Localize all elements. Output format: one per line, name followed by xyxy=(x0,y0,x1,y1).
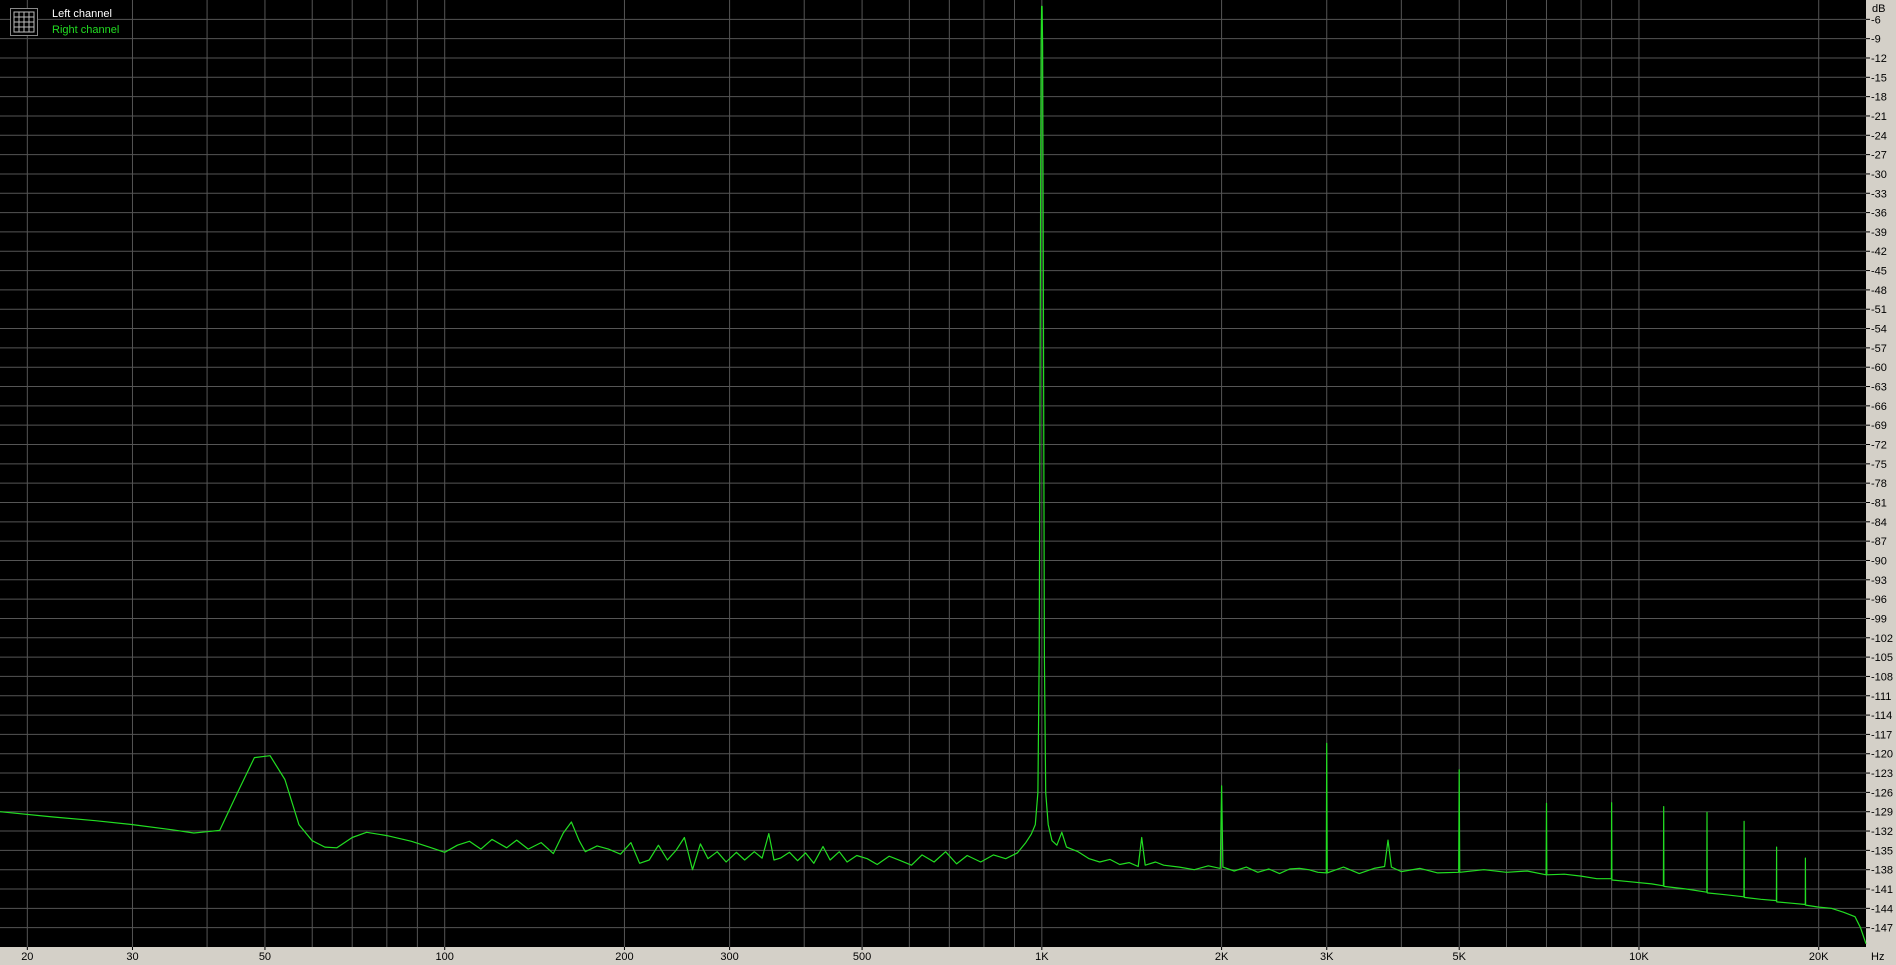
y-tick-label: -21 xyxy=(1871,111,1887,123)
plot-background xyxy=(0,0,1866,947)
y-tick-label: -6 xyxy=(1871,14,1881,26)
y-tick-label: -138 xyxy=(1871,865,1893,877)
y-tick-label: -66 xyxy=(1871,401,1887,413)
y-tick-label: -27 xyxy=(1871,150,1887,162)
y-tick-label: -81 xyxy=(1871,497,1887,509)
y-tick-label: -126 xyxy=(1871,787,1893,799)
y-tick-label: -51 xyxy=(1871,304,1887,316)
y-tick-label: -108 xyxy=(1871,671,1893,683)
y-tick-label: -9 xyxy=(1871,34,1881,46)
x-tick-label: 10K xyxy=(1629,951,1649,963)
y-tick-label: -60 xyxy=(1871,362,1887,374)
y-tick-label: -114 xyxy=(1871,710,1892,722)
legend-right-channel: Right channel xyxy=(52,24,120,36)
y-tick-label: -93 xyxy=(1871,575,1887,587)
y-axis-ticks: -6 -9 -12 -15 -18 -21 -24 -27 -30 -33 -36 -39 -42 -45… xyxy=(1866,14,1893,935)
y-tick-label: -18 xyxy=(1871,92,1887,104)
y-tick-label: -42 xyxy=(1871,246,1887,258)
x-tick-label: 2K xyxy=(1215,951,1229,963)
y-tick-label: -75 xyxy=(1871,459,1887,471)
y-tick-label: -99 xyxy=(1871,613,1887,625)
y-tick-label: -105 xyxy=(1871,652,1893,664)
x-tick-label: 100 xyxy=(436,951,454,963)
x-tick-label: 3K xyxy=(1320,951,1334,963)
y-tick-label: -33 xyxy=(1871,188,1887,200)
y-tick-label: -54 xyxy=(1871,324,1887,336)
y-tick-label: -78 xyxy=(1871,478,1887,490)
x-unit-label: Hz xyxy=(1871,951,1884,963)
y-tick-label: -141 xyxy=(1871,884,1893,896)
y-tick-label: -24 xyxy=(1871,130,1887,142)
y-tick-label: -147 xyxy=(1871,923,1893,935)
y-tick-label: -129 xyxy=(1871,807,1893,819)
x-tick-label: 500 xyxy=(853,951,871,963)
x-tick-label: 20 xyxy=(21,951,33,963)
y-tick-label: -69 xyxy=(1871,420,1887,432)
x-tick-label: 30 xyxy=(126,951,138,963)
x-tick-label: 5K xyxy=(1452,951,1466,963)
y-tick-label: -90 xyxy=(1871,555,1887,567)
y-tick-label: -135 xyxy=(1871,845,1893,857)
x-tick-label: 300 xyxy=(720,951,738,963)
y-tick-label: -45 xyxy=(1871,266,1887,278)
x-tick-label: 50 xyxy=(259,951,271,963)
y-tick-label: -111 xyxy=(1871,691,1891,703)
y-tick-label: -39 xyxy=(1871,227,1887,239)
y-tick-label: -144 xyxy=(1871,903,1893,915)
y-tick-label: -117 xyxy=(1871,729,1892,741)
y-unit-label: dB xyxy=(1872,3,1885,15)
y-tick-label: -87 xyxy=(1871,536,1887,548)
x-tick-label: 200 xyxy=(615,951,633,963)
y-tick-label: -57 xyxy=(1871,343,1887,355)
y-tick-label: -48 xyxy=(1871,285,1887,297)
y-tick-label: -63 xyxy=(1871,382,1887,394)
y-tick-label: -15 xyxy=(1871,72,1887,84)
y-tick-label: -36 xyxy=(1871,208,1887,220)
y-tick-label: -72 xyxy=(1871,440,1887,452)
y-tick-label: -96 xyxy=(1871,594,1887,606)
y-tick-label: -120 xyxy=(1871,749,1893,761)
x-tick-label: 1K xyxy=(1035,951,1049,963)
y-tick-label: -123 xyxy=(1871,768,1893,780)
x-axis-ticks: 20 30 50 100 200 300 500 1K 2K 3K 5K 10K 20K xyxy=(21,947,1829,963)
x-tick-label: 20K xyxy=(1809,951,1829,963)
spectrum-analyzer-window: 20 30 50 100 200 300 500 1K 2K 3K 5K 10K 20K -6 -9 -12… xyxy=(0,0,1896,965)
y-tick-label: -132 xyxy=(1871,826,1893,838)
y-tick-label: -102 xyxy=(1871,633,1893,645)
legend-left-channel: Left channel xyxy=(52,8,112,20)
y-tick-label: -30 xyxy=(1871,169,1887,181)
y-tick-label: -12 xyxy=(1871,53,1887,65)
spectrum-chart: 20 30 50 100 200 300 500 1K 2K 3K 5K 10K 20K -6 -9 -12… xyxy=(0,0,1893,963)
y-tick-label: -84 xyxy=(1871,517,1887,529)
grid-icon[interactable] xyxy=(10,8,38,36)
